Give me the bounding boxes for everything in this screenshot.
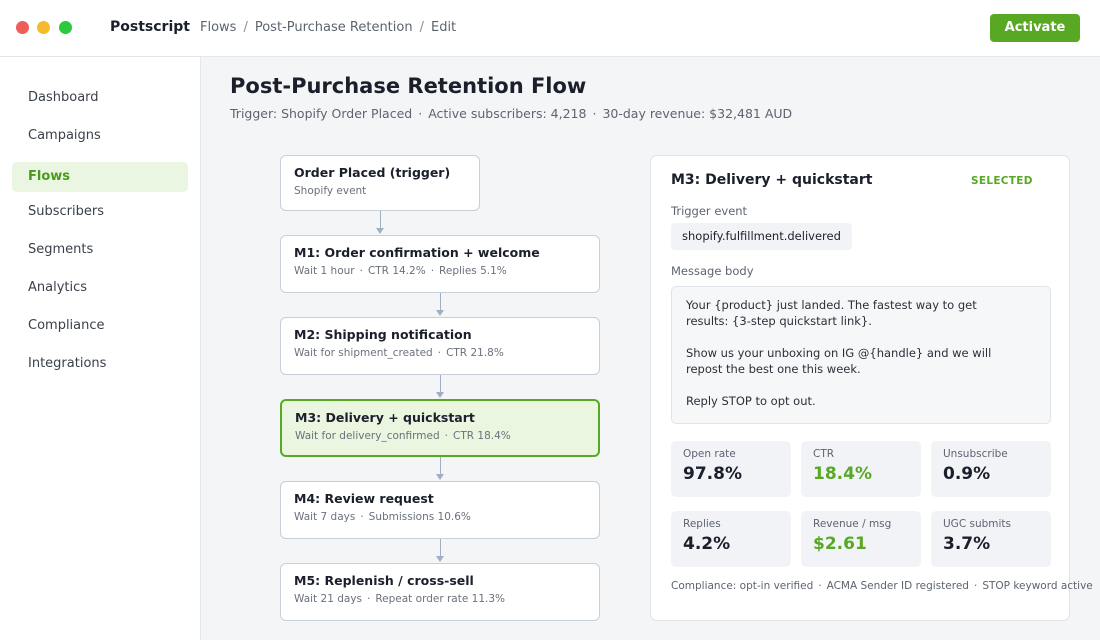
flow-connector — [439, 457, 441, 475]
flow-connector — [439, 539, 441, 557]
node-title: M3: Delivery + quickstart — [295, 410, 475, 425]
node-meta: Wait for shipment_created · CTR 21.8% — [294, 347, 504, 359]
activate-button[interactable]: Activate — [990, 14, 1080, 42]
breadcrumb: Flows / Post-Purchase Retention / Edit — [200, 20, 456, 35]
node-title: Order Placed (trigger) — [294, 165, 451, 180]
compliance-status: Compliance: opt-in verified · ACMA Sender … — [671, 580, 1093, 592]
stat-open-rate: Open rate 97.8% — [671, 441, 791, 497]
arrow-down-icon — [376, 228, 384, 234]
node-meta: Wait 21 days · Repeat order rate 11.3% — [294, 593, 505, 605]
flow-node-m2[interactable]: M2: Shipping notification Wait for shipm… — [280, 317, 600, 375]
node-meta: Wait 1 hour · CTR 14.2% · Replies 5.1% — [294, 265, 507, 277]
arrow-down-icon — [436, 556, 444, 562]
arrow-down-icon — [436, 310, 444, 316]
flow-node-m3[interactable]: M3: Delivery + quickstart Wait for deliv… — [280, 399, 600, 457]
message-body-label: Message body — [671, 264, 754, 278]
message-body-field[interactable]: Your {product} just landed. The fastest … — [671, 286, 1051, 424]
message-detail-panel: M3: Delivery + quickstart SELECTED Trigg… — [650, 155, 1093, 621]
trigger-summary: Trigger: Shopify Order Placed — [230, 106, 413, 121]
sidebar-item-segments[interactable]: Segments — [12, 235, 188, 265]
node-meta: Shopify event — [294, 185, 367, 197]
trigger-event-label: Trigger event — [671, 204, 748, 218]
breadcrumb-separator: / — [419, 20, 424, 35]
stat-unsubscribe: Unsubscribe 0.9% — [931, 441, 1051, 497]
flow-connector — [379, 211, 381, 229]
sidebar: Dashboard Campaigns Flows Subscribers Se… — [0, 57, 201, 640]
flow-node-m4[interactable]: M4: Review request Wait 7 days · Submissio… — [280, 481, 600, 539]
revenue-summary: 30-day revenue: $32,481 AUD — [602, 106, 793, 121]
node-title: M2: Shipping notification — [294, 327, 472, 342]
sidebar-item-integrations[interactable]: Integrations — [12, 349, 188, 379]
top-bar: Postscript Flows / Post-Purchase Retention… — [0, 0, 1100, 57]
window-maximize-dot[interactable] — [59, 21, 72, 34]
node-title: M5: Replenish / cross-sell — [294, 573, 474, 588]
arrow-down-icon — [436, 474, 444, 480]
panel-title: M3: Delivery + quickstart — [671, 172, 873, 188]
stat-ugc-submits: UGC submits 3.7% — [931, 511, 1051, 567]
node-meta: Wait 7 days · Submissions 10.6% — [294, 511, 471, 523]
flow-connector — [439, 375, 441, 393]
arrow-down-icon — [436, 392, 444, 398]
page-title: Post-Purchase Retention Flow — [230, 74, 587, 98]
breadcrumb-edit: Edit — [430, 20, 457, 35]
stat-ctr: CTR 18.4% — [801, 441, 921, 497]
app-brand[interactable]: Postscript — [110, 19, 190, 35]
sidebar-item-subscribers[interactable]: Subscribers — [12, 197, 188, 227]
node-title: M4: Review request — [294, 491, 434, 506]
flow-connector — [439, 293, 441, 311]
flow-node-m1[interactable]: M1: Order confirmation + welcome Wait 1 … — [280, 235, 600, 293]
flow-node-trigger[interactable]: Order Placed (trigger) Shopify event — [280, 155, 480, 211]
node-title: M1: Order confirmation + welcome — [294, 245, 540, 260]
flow-summary: Trigger: Shopify Order Placed · Active sub… — [230, 106, 793, 121]
node-meta: Wait for delivery_confirmed · CTR 18.4% — [295, 430, 511, 442]
sidebar-item-campaigns[interactable]: Campaigns — [12, 121, 188, 151]
sidebar-item-dashboard[interactable]: Dashboard — [12, 83, 188, 113]
sidebar-item-compliance[interactable]: Compliance — [12, 311, 188, 341]
breadcrumb-flows[interactable]: Flows — [200, 20, 236, 35]
sidebar-item-analytics[interactable]: Analytics — [12, 273, 188, 303]
stat-replies: Replies 4.2% — [671, 511, 791, 567]
window-minimize-dot[interactable] — [37, 21, 50, 34]
breadcrumb-separator: / — [243, 20, 248, 35]
stat-revenue-per-msg: Revenue / msg $2.61 — [801, 511, 921, 567]
window-close-dot[interactable] — [16, 21, 29, 34]
trigger-event-chip[interactable]: shopify.fulfillment.delivered — [671, 223, 852, 250]
flow-node-m5[interactable]: M5: Replenish / cross-sell Wait 21 days ·… — [280, 563, 600, 621]
breadcrumb-flow-name[interactable]: Post-Purchase Retention — [255, 20, 413, 35]
status-badge: SELECTED — [971, 175, 1033, 187]
sidebar-item-flows[interactable]: Flows — [12, 162, 188, 192]
subscriber-count: Active subscribers: 4,218 — [428, 106, 587, 121]
